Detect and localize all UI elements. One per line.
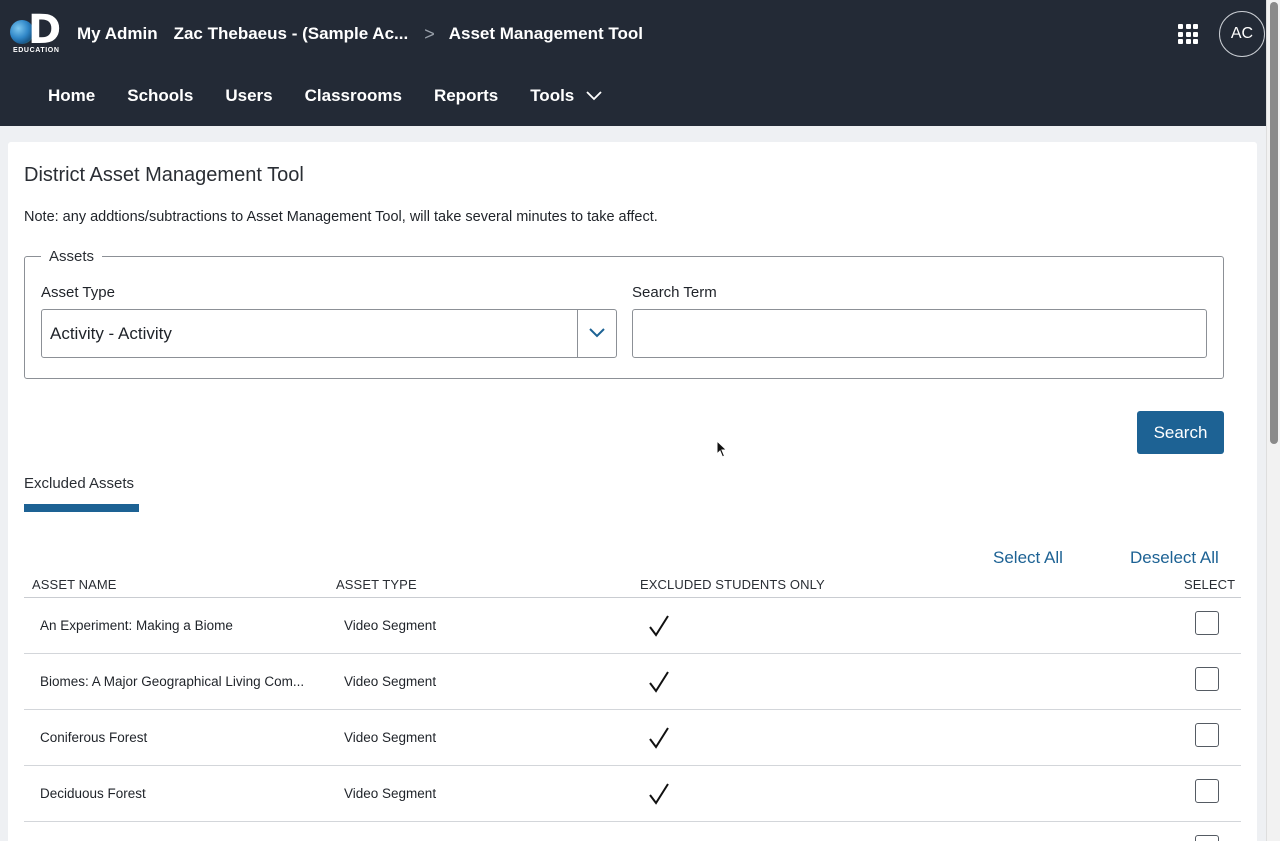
column-header-select: SELECT [1184,577,1236,592]
apps-grid-icon[interactable] [1178,24,1198,44]
avatar[interactable]: AC [1219,11,1265,57]
tab-active-indicator [24,504,139,512]
select-all-link[interactable]: Select All [993,548,1063,568]
breadcrumb: My Admin Zac Thebaeus - (Sample Ac... > … [77,22,643,46]
discovery-education-logo[interactable]: D EDUCATION [8,8,62,56]
nav-reports-label: Reports [433,86,499,105]
asset-type-label: Asset Type [41,284,115,301]
assets-fieldset: Assets Asset Type Search Term Activity -… [24,248,1224,379]
chevron-down-icon [586,91,602,101]
nav-classrooms-label: Classrooms [304,86,402,105]
nav-users-label: Users [225,86,273,105]
asset-type-cell: Video Segment [344,786,437,801]
nav-home-label: Home [48,86,96,105]
row-select-checkbox[interactable] [1195,611,1219,635]
column-header-excluded-students-only: EXCLUDED STUDENTS ONLY [640,577,825,592]
asset-type-cell: Video Segment [344,674,437,689]
search-term-input[interactable] [632,309,1207,358]
asset-name-cell: An Experiment: Making a Biome [40,618,233,633]
assets-legend: Assets [41,248,103,265]
logo-education-text: EDUCATION [13,47,60,54]
table-row: Coniferous Forest Video Segment [24,710,1241,766]
row-select-checkbox[interactable] [1195,779,1219,803]
top-header: D EDUCATION My Admin Zac Thebaeus - (Sam… [0,0,1266,126]
nav-home[interactable]: Home [48,86,95,106]
asset-type-cell: Video Segment [344,618,437,633]
vertical-scrollbar[interactable] [1266,0,1280,841]
table-row: Deciduous Forest Video Segment [24,766,1241,822]
row-select-checkbox[interactable] [1195,835,1219,841]
row-select-checkbox[interactable] [1195,667,1219,691]
breadcrumb-current-page: Asset Management Tool [448,24,643,43]
nav-tools[interactable]: Tools [530,86,602,106]
search-term-label: Search Term [632,284,717,301]
page-title: District Asset Management Tool [24,164,304,186]
column-header-asset-name: ASSET NAME [32,577,117,592]
logo-d-mark: D [28,7,62,53]
checkmark-icon [649,615,669,637]
main-card: District Asset Management Tool Note: any… [8,142,1257,841]
nav-tools-label: Tools [530,86,575,105]
asset-type-select[interactable]: Activity - Activity [41,309,617,358]
mouse-cursor-icon [716,440,728,458]
asset-name-cell: Biomes: A Major Geographical Living Com.… [40,674,305,689]
nav-reports[interactable]: Reports [434,86,498,106]
app-title[interactable]: My Admin [77,24,158,44]
scrollbar-thumb[interactable] [1270,2,1278,444]
checkmark-icon [649,727,669,749]
asset-type-value: Activity - Activity [50,324,172,343]
nav-schools[interactable]: Schools [127,86,193,106]
table-row: An Experiment: Making a Biome Video Segm… [24,598,1241,654]
deselect-all-link[interactable]: Deselect All [1130,548,1219,568]
chevron-right-icon: > [424,23,435,44]
search-button[interactable]: Search [1137,411,1224,454]
table-row-partial [24,822,1241,841]
asset-name-cell: Deciduous Forest [40,786,146,801]
page-note: Note: any addtions/subtractions to Asset… [24,209,658,225]
chevron-down-icon[interactable] [588,326,606,340]
breadcrumb-account[interactable]: Zac Thebaeus - (Sample Ac... [174,24,409,44]
main-nav: Home Schools Users Classrooms Reports To… [48,86,602,106]
asset-type-cell: Video Segment [344,730,437,745]
row-select-checkbox[interactable] [1195,723,1219,747]
checkmark-icon [649,783,669,805]
excluded-assets-table: An Experiment: Making a Biome Video Segm… [24,598,1241,841]
tab-excluded-assets[interactable]: Excluded Assets [24,475,134,492]
column-header-asset-type: ASSET TYPE [336,577,417,592]
nav-users[interactable]: Users [225,86,272,106]
asset-name-cell: Coniferous Forest [40,730,148,745]
select-divider [577,310,578,357]
nav-schools-label: Schools [127,86,194,105]
nav-classrooms[interactable]: Classrooms [305,86,402,106]
checkmark-icon [649,671,669,693]
table-row: Biomes: A Major Geographical Living Com.… [24,654,1241,710]
